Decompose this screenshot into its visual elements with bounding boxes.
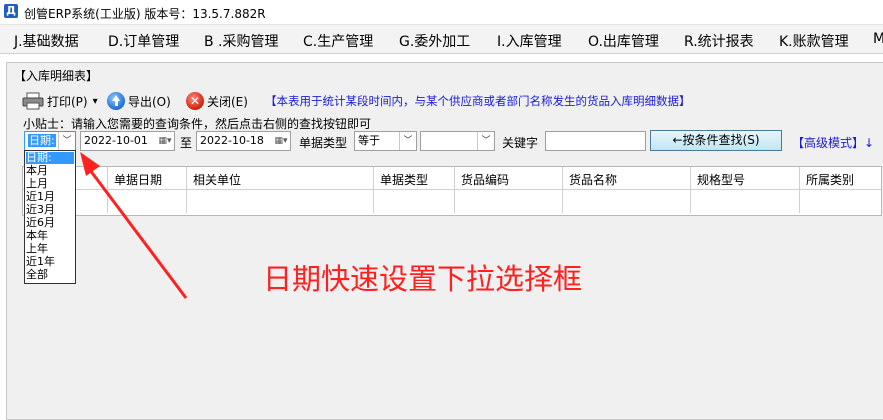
- calendar-dropdown-icon[interactable]: ▦▾: [156, 132, 174, 150]
- export-up-arrow-icon: [107, 92, 125, 110]
- keyword-input[interactable]: [545, 131, 646, 151]
- column-header-label: 规格型号: [697, 173, 746, 187]
- dropdown-option-recent-1-year[interactable]: 近1年: [26, 256, 74, 268]
- advanced-mode-link[interactable]: 【高级模式】↓: [792, 134, 874, 151]
- date-to-picker[interactable]: 2022-10-18 ▦▾: [196, 131, 291, 151]
- column-header[interactable]: 相关单位: [187, 167, 374, 213]
- close-label: 关闭(E): [207, 94, 248, 109]
- close-button[interactable]: ✕ 关闭(E): [186, 92, 248, 110]
- column-header-label: 货品名称: [569, 173, 618, 187]
- date-from-value: 2022-10-01: [84, 134, 148, 147]
- annotation-text: 日期快速设置下拉选择框: [263, 262, 583, 296]
- print-dropdown-icon[interactable]: ▾: [93, 96, 98, 107]
- menu-inbound-management[interactable]: I.入库管理: [497, 31, 562, 51]
- date-to-value: 2022-10-18: [200, 134, 264, 147]
- menu-outsourcing[interactable]: G.委外加工: [399, 31, 470, 51]
- column-header[interactable]: 货品名称: [563, 167, 691, 213]
- column-header-label: 所属类别: [806, 173, 855, 187]
- search-button[interactable]: ←按条件查找(S): [650, 130, 782, 151]
- print-button[interactable]: 打印(P) ▾: [22, 92, 98, 110]
- doc-type-select[interactable]: ﹀: [420, 131, 495, 151]
- menu-accounts-management[interactable]: K.账款管理: [779, 31, 849, 51]
- column-header[interactable]: 货品编码: [455, 167, 563, 213]
- tip-text: 小贴士：请输入您需要的查询条件，然后点击右侧的查找按钮即可: [23, 117, 372, 131]
- menu-outbound-management[interactable]: O.出库管理: [588, 31, 659, 51]
- menu-bar: J.基础数据 D.订单管理 B .采购管理 C.生产管理 G.委外加工 I.入库…: [0, 25, 883, 54]
- calendar-dropdown-icon[interactable]: ▦▾: [272, 132, 290, 150]
- chevron-down-icon[interactable]: ﹀: [477, 132, 494, 150]
- dropdown-option-this-year[interactable]: 本年: [26, 230, 74, 242]
- dropdown-option-last-month[interactable]: 上月: [26, 178, 74, 190]
- dropdown-option-recent-6-months[interactable]: 近6月: [26, 217, 74, 229]
- export-button[interactable]: 导出(O): [107, 92, 171, 110]
- date-quick-dropdown-list: 日期: 本月 上月 近1月 近3月 近6月 本年 上年 近1年 全部: [24, 150, 76, 284]
- dropdown-option-all[interactable]: 全部: [26, 269, 74, 281]
- column-header-label: 单据类型: [380, 173, 429, 187]
- dropdown-option-recent-1-month[interactable]: 近1月: [26, 191, 74, 203]
- operator-select[interactable]: 等于 ﹀: [354, 131, 417, 151]
- column-header-label: 相关单位: [193, 173, 242, 187]
- data-grid: 单据日期 相关单位 单据类型 货品编码 货品名称 规格型号 所属类别: [22, 166, 882, 216]
- date-from-picker[interactable]: 2022-10-01 ▦▾: [80, 131, 175, 151]
- date-quick-select[interactable]: 日期: ﹀: [24, 131, 76, 151]
- panel-title: 【入库明细表】: [14, 69, 99, 83]
- dropdown-option-recent-3-months[interactable]: 近3月: [26, 204, 74, 216]
- doc-type-label: 单据类型: [299, 136, 348, 150]
- window-title: 创管ERP系统(工业版) 版本号：13.5.7.882R: [24, 7, 266, 21]
- to-label: 至: [180, 136, 193, 150]
- menu-statistics-reports[interactable]: R.统计报表: [684, 31, 754, 51]
- operator-value: 等于: [358, 134, 380, 147]
- column-header[interactable]: 单据类型: [374, 167, 455, 213]
- menu-purchase-management[interactable]: B .采购管理: [204, 31, 279, 51]
- dropdown-option-last-year[interactable]: 上年: [26, 243, 74, 255]
- menu-more[interactable]: M: [873, 31, 883, 47]
- export-label: 导出(O): [128, 94, 171, 109]
- column-header[interactable]: 所属类别: [800, 167, 881, 213]
- printer-icon: [22, 92, 44, 110]
- app-logo-icon: Д: [4, 4, 18, 18]
- column-header[interactable]: 单据日期: [108, 167, 187, 213]
- report-notice: 【本表用于统计某段时间内，与某个供应商或者部门名称发生的货品入库明细数据】: [265, 94, 691, 108]
- print-label: 打印(P): [47, 94, 88, 109]
- menu-order-management[interactable]: D.订单管理: [108, 31, 179, 51]
- dropdown-option-date[interactable]: 日期:: [26, 152, 74, 164]
- chevron-down-icon[interactable]: ﹀: [58, 132, 75, 150]
- dropdown-option-this-month[interactable]: 本月: [26, 165, 74, 177]
- menu-basic-data[interactable]: J.基础数据: [14, 31, 79, 51]
- date-quick-select-value: 日期:: [28, 134, 56, 147]
- column-header-label: 货品编码: [461, 173, 510, 187]
- keyword-label: 关键字: [502, 136, 539, 150]
- menu-production-management[interactable]: C.生产管理: [303, 31, 373, 51]
- chevron-down-icon[interactable]: ﹀: [399, 132, 416, 150]
- close-icon: ✕: [186, 92, 204, 110]
- title-bar: Д 创管ERP系统(工业版) 版本号：13.5.7.882R: [0, 0, 883, 25]
- column-header-label: 单据日期: [114, 173, 163, 187]
- column-header[interactable]: 规格型号: [691, 167, 800, 213]
